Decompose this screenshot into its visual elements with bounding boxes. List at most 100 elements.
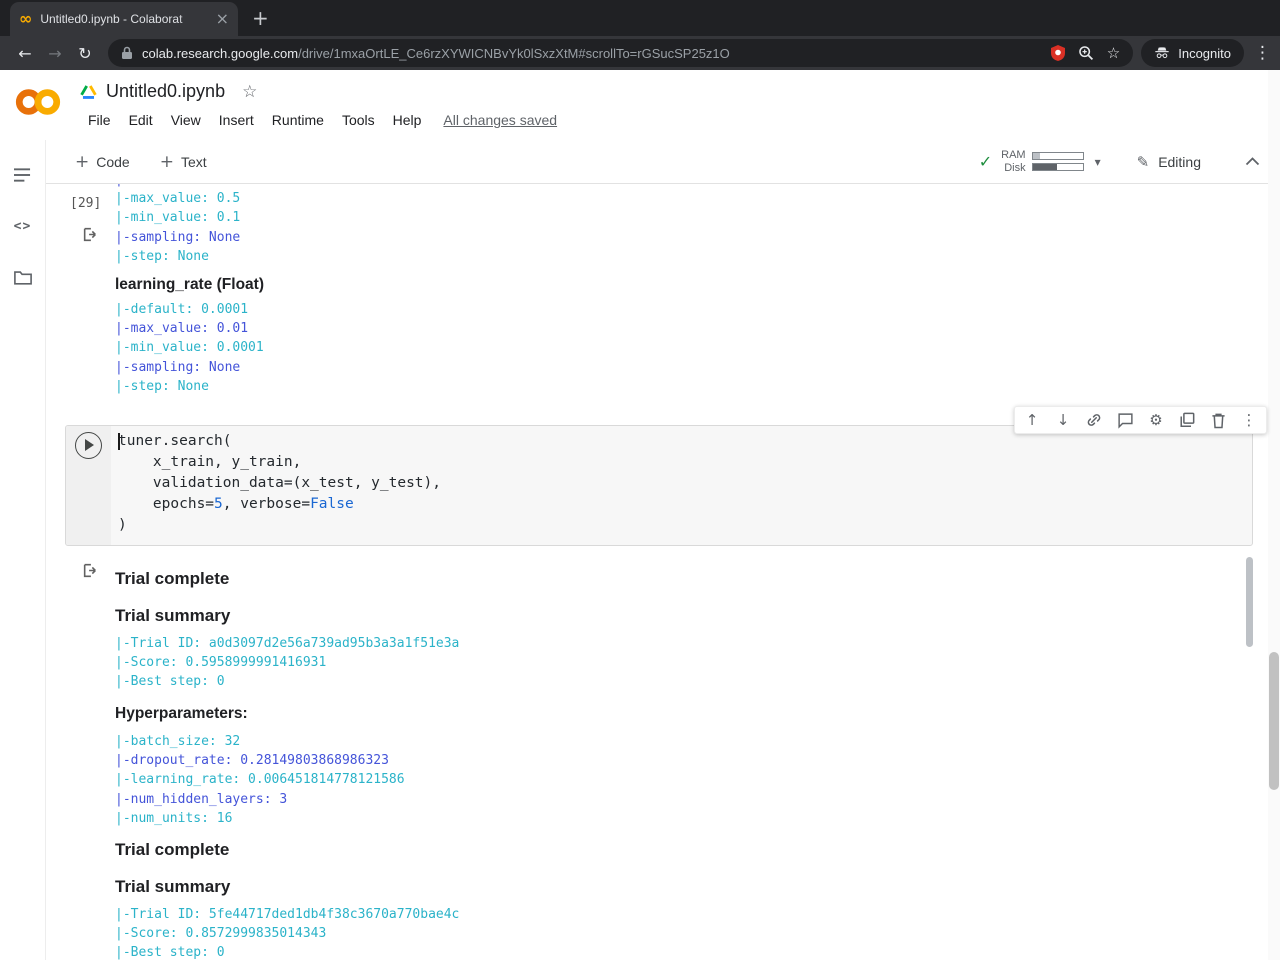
left-sidebar: <> [0,140,46,960]
back-button[interactable]: ← [10,44,40,63]
code-line: validation_data=(x_test, y_test), [118,475,442,491]
output-indicator-icon [82,226,98,243]
output-indicator-icon [82,562,98,579]
code-editor[interactable]: tuner.search( x_train, y_train, validati… [111,426,1252,545]
output-heading: learning_rate (Float) [115,276,264,293]
code-snippets-icon[interactable]: <> [0,209,45,243]
output-scrollbar-thumb[interactable] [1246,557,1253,647]
output-heading: Trial complete [115,840,230,859]
code-line: ) [118,517,127,533]
output-heading: Hyperparameters: [115,705,248,722]
output-line: |-Trial ID: a0d3097d2e56a739ad95b3a3a1f5… [115,636,460,651]
editor-settings-gear-icon[interactable]: ⚙ [1147,410,1165,430]
menu-tools[interactable]: Tools [333,110,384,130]
bookmark-star-icon[interactable]: ☆ [1107,44,1120,62]
output-line: |-batch_size: 32 [115,734,241,749]
tab-close-icon[interactable]: × [216,11,229,27]
reload-button[interactable]: ↻ [70,44,100,63]
delete-cell-icon[interactable] [1209,410,1227,430]
notebook-scroll-area[interactable]: [29] |-default: 0.2 |-max_value: 0.5 |-m… [46,184,1280,960]
menu-insert[interactable]: Insert [210,110,263,130]
lock-icon [121,46,133,60]
output-line: |-Score: 0.5958999991416931 [115,655,327,671]
disk-usage-bar [1031,163,1084,171]
browser-tab[interactable]: ∞ Untitled0.ipynb - Colaborat × [10,2,238,36]
previous-output-block-2: |-default: 0.0001 |-max_value: 0.01 |-mi… [115,300,264,396]
code-line: epochs=5, verbose=False [118,496,354,512]
output-line: |-max_value: 0.01 [115,321,249,337]
plus-icon: + [159,151,174,172]
colab-logo-icon[interactable] [12,86,64,118]
extension-icon[interactable] [1050,45,1065,61]
output-line: |-num_hidden_layers: 3 [115,791,288,807]
menu-help[interactable]: Help [384,110,431,130]
output-line: |-sampling: None [115,359,241,375]
collapse-header-icon[interactable] [1245,157,1260,166]
output-line: |-num_units: 16 [115,810,233,826]
menu-file[interactable]: File [79,110,120,130]
move-cell-up-button[interactable]: ↑ [1023,410,1041,430]
code-line: x_train, y_train, [118,454,302,470]
plus-icon: + [75,151,90,172]
tab-title: Untitled0.ipynb - Colaborat [40,12,183,26]
cell-action-toolbar: ↑ ↓ ⚙ ⋮ [1014,406,1267,434]
incognito-icon [1154,46,1170,60]
resource-labels[interactable]: RAM Disk [1001,149,1025,175]
run-cell-button[interactable] [75,432,102,459]
pencil-icon: ✎ [1136,152,1150,171]
output-line: |-default: 0.0001 [115,302,249,317]
mirror-cell-icon[interactable] [1178,410,1196,430]
resources-dropdown-icon[interactable]: ▾ [1095,155,1101,169]
page-scrollbar-track[interactable] [1268,70,1280,960]
forward-button[interactable]: → [40,44,70,63]
output-line: |-step: None [115,378,209,394]
files-folder-icon[interactable] [0,260,45,294]
trial-summary-2: |-Trial ID: 5fe44717ded1db4f38c3670a770b… [115,905,459,960]
menu-view[interactable]: View [162,110,210,130]
incognito-label: Incognito [1178,45,1231,61]
new-tab-button[interactable]: + [252,8,269,28]
notebook-toolbar: + Code + Text ✓ RAM Disk ▾ ✎ Editing [46,140,1280,184]
browser-menu-icon[interactable]: ⋮ [1254,43,1271,63]
hyperparameters-list: |-batch_size: 32 |-dropout_rate: 0.28149… [115,732,405,828]
output-line: |-step: None [115,248,209,264]
output-line: |-learning_rate: 0.006451814778121586 [115,772,405,788]
cell-gutter [66,426,111,545]
output-line: |-sampling: None [115,229,241,245]
add-text-button[interactable]: + Text [160,152,207,172]
drive-icon [80,84,97,100]
previous-output-block-1: |-default: 0.2 |-max_value: 0.5 |-min_va… [115,184,240,266]
menu-edit[interactable]: Edit [120,110,162,130]
output-heading: Trial summary [115,877,231,896]
code-line: tuner.search( [118,433,232,449]
menu-bar: File Edit View Insert Runtime Tools Help… [79,110,557,130]
output-line: |-Score: 0.8572999835014343 [115,926,327,942]
autosave-status[interactable]: All changes saved [443,112,557,128]
output-line: |-min_value: 0.1 [115,210,241,226]
menu-runtime[interactable]: Runtime [263,110,333,130]
add-code-button[interactable]: + Code [75,152,130,172]
editing-mode-button[interactable]: ✎ Editing [1137,153,1201,171]
output-line: |-Best step: 0 [115,945,225,960]
screen: ∞ Untitled0.ipynb - Colaborat × + ← → ↻ … [0,0,1280,960]
page-scrollbar-thumb[interactable] [1269,652,1279,790]
output-line: |-max_value: 0.5 [115,191,241,207]
notebook-title[interactable]: Untitled0.ipynb [106,81,225,102]
colab-header: Untitled0.ipynb ☆ File Edit View Insert … [0,70,1280,193]
execution-count: [29] [70,196,102,211]
star-notebook-icon[interactable]: ☆ [242,82,257,102]
move-cell-down-button[interactable]: ↓ [1054,410,1072,430]
output-line: |-Best step: 0 [115,674,225,690]
add-comment-icon[interactable] [1116,410,1134,430]
code-cell: tuner.search( x_train, y_train, validati… [65,425,1253,546]
more-cell-actions-icon[interactable]: ⋮ [1240,410,1258,430]
resource-usage-bars[interactable] [1031,152,1084,171]
trial-summary-1: |-Trial ID: a0d3097d2e56a739ad95b3a3a1f5… [115,634,459,692]
address-bar[interactable]: colab.research.google.com/drive/1mxaOrtL… [108,39,1134,67]
output-heading: Trial complete [115,569,230,588]
url-text: colab.research.google.com/drive/1mxaOrtL… [142,45,730,61]
table-of-contents-icon[interactable] [0,158,45,192]
copy-cell-link-icon[interactable] [1085,410,1103,430]
zoom-icon[interactable] [1078,45,1094,61]
incognito-badge: Incognito [1141,39,1244,67]
